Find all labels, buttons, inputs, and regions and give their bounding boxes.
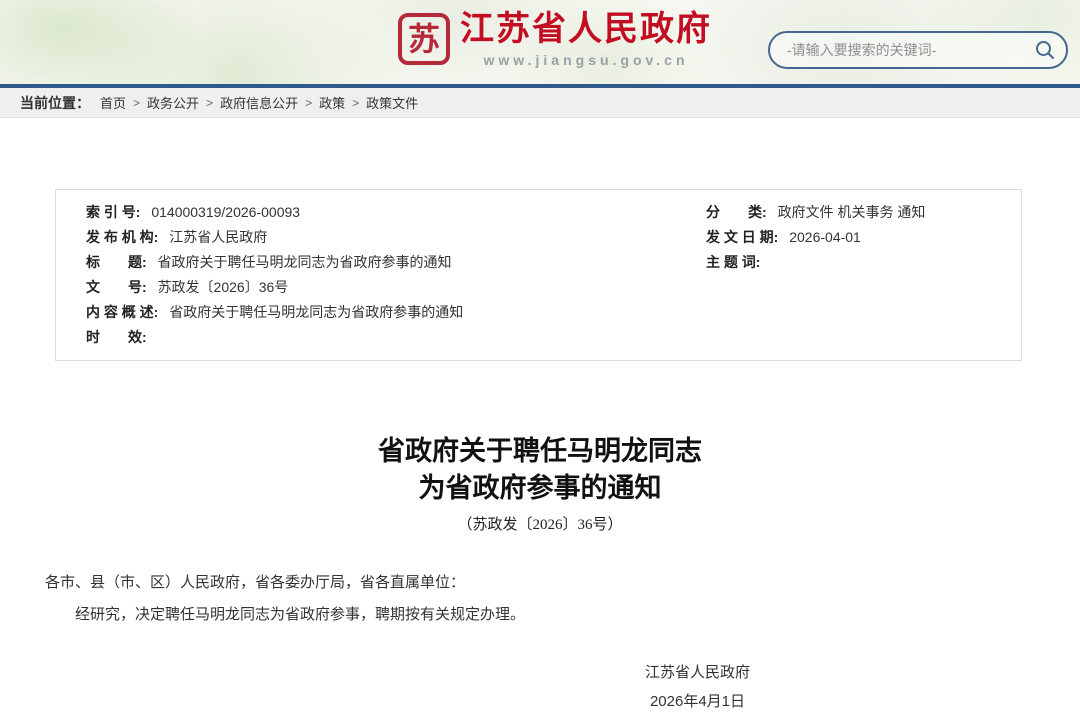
meta-value: 2026-04-01 — [789, 229, 861, 245]
meta-value: 江苏省人民政府 — [169, 229, 267, 245]
meta-row-category: 分 类: 政府文件 机关事务 通知 — [706, 200, 1021, 225]
document-title-line2: 为省政府参事的通知 — [0, 470, 1080, 507]
page: 苏 江苏省人民政府 www.jiangsu.gov.cn 当前位置： 首页 > — [0, 0, 1080, 715]
breadcrumb-item-home[interactable]: 首页 — [100, 93, 126, 112]
meta-label: 分 类: — [706, 204, 767, 220]
site-logo-link[interactable]: 苏 江苏省人民政府 www.jiangsu.gov.cn — [398, 9, 712, 68]
meta-column-right: 分 类: 政府文件 机关事务 通知 发 文 日 期: 2026-04-01 主 … — [706, 200, 1021, 350]
document-signer: 江苏省人民政府 — [645, 658, 750, 687]
meta-label: 索 引 号: — [86, 204, 140, 220]
brand-text: 江苏省人民政府 www.jiangsu.gov.cn — [460, 9, 712, 68]
breadcrumb-item-policy[interactable]: 政策 — [319, 93, 345, 112]
document-date: 2026年4月1日 — [645, 687, 750, 715]
breadcrumb-separator: > — [133, 96, 140, 110]
meta-row-title: 标 题: 省政府关于聘任马明龙同志为省政府参事的通知 — [86, 250, 706, 275]
meta-row-issue-date: 发 文 日 期: 2026-04-01 — [706, 225, 1021, 250]
search-icon — [1034, 39, 1056, 61]
document-salutation: 各市、县（市、区）人民政府，省各委办厅局，省各直属单位： — [45, 570, 1035, 596]
document-number: （苏政发〔2026〕36号） — [0, 513, 1080, 534]
meta-value: 014000319/2026-00093 — [151, 204, 300, 220]
search-box — [768, 31, 1068, 69]
meta-value: 苏政发〔2026〕36号 — [158, 279, 289, 295]
meta-label: 文 号: — [86, 279, 147, 295]
breadcrumb-item-open-gov[interactable]: 政务公开 — [147, 93, 199, 112]
breadcrumb-separator: > — [305, 96, 312, 110]
meta-label: 内 容 概 述: — [86, 304, 158, 320]
document-title: 省政府关于聘任马明龙同志 为省政府参事的通知 — [0, 433, 1080, 507]
meta-value: 省政府关于聘任马明龙同志为省政府参事的通知 — [158, 254, 452, 270]
breadcrumb: 当前位置： 首页 > 政务公开 > 政府信息公开 > 政策 > 政策文件 — [0, 88, 1080, 118]
breadcrumb-label: 当前位置： — [20, 93, 90, 113]
search-button[interactable] — [1024, 33, 1066, 67]
meta-label: 主 题 词: — [706, 254, 760, 270]
meta-row-index-number: 索 引 号: 014000319/2026-00093 — [86, 200, 706, 225]
breadcrumb-separator: > — [352, 96, 359, 110]
meta-label: 时 效: — [86, 329, 147, 345]
meta-row-doc-number: 文 号: 苏政发〔2026〕36号 — [86, 275, 706, 300]
meta-label: 标 题: — [86, 254, 147, 270]
seal-glyph: 苏 — [408, 23, 440, 55]
meta-column-left: 索 引 号: 014000319/2026-00093 发 布 机 构: 江苏省… — [86, 200, 706, 350]
meta-row-summary: 内 容 概 述: 省政府关于聘任马明龙同志为省政府参事的通知 — [86, 300, 706, 325]
document-signature-block: 江苏省人民政府 2026年4月1日 — [645, 658, 750, 715]
site-url: www.jiangsu.gov.cn — [483, 52, 688, 68]
site-header: 苏 江苏省人民政府 www.jiangsu.gov.cn — [0, 0, 1080, 88]
search-input[interactable] — [770, 33, 1024, 67]
document-paragraph: 经研究，决定聘任马明龙同志为省政府参事，聘期按有关规定办理。 — [45, 602, 1035, 628]
breadcrumb-item-gov-info[interactable]: 政府信息公开 — [220, 93, 298, 112]
meta-row-issuing-agency: 发 布 机 构: 江苏省人民政府 — [86, 225, 706, 250]
meta-row-subject-words: 主 题 词: — [706, 250, 1021, 275]
breadcrumb-item-policy-files[interactable]: 政策文件 — [366, 93, 418, 112]
meta-row-validity: 时 效: — [86, 325, 706, 350]
meta-label: 发 文 日 期: — [706, 229, 778, 245]
site-name: 江苏省人民政府 — [460, 9, 712, 49]
meta-label: 发 布 机 构: — [86, 229, 158, 245]
meta-value: 省政府关于聘任马明龙同志为省政府参事的通知 — [169, 304, 463, 320]
breadcrumb-separator: > — [206, 96, 213, 110]
document-meta-box: 索 引 号: 014000319/2026-00093 发 布 机 构: 江苏省… — [55, 189, 1022, 361]
government-seal-icon: 苏 — [398, 13, 450, 65]
meta-value: 政府文件 机关事务 通知 — [778, 204, 926, 220]
document-title-line1: 省政府关于聘任马明龙同志 — [0, 433, 1080, 470]
document-body: 各市、县（市、区）人民政府，省各委办厅局，省各直属单位： 经研究，决定聘任马明龙… — [0, 570, 1080, 628]
